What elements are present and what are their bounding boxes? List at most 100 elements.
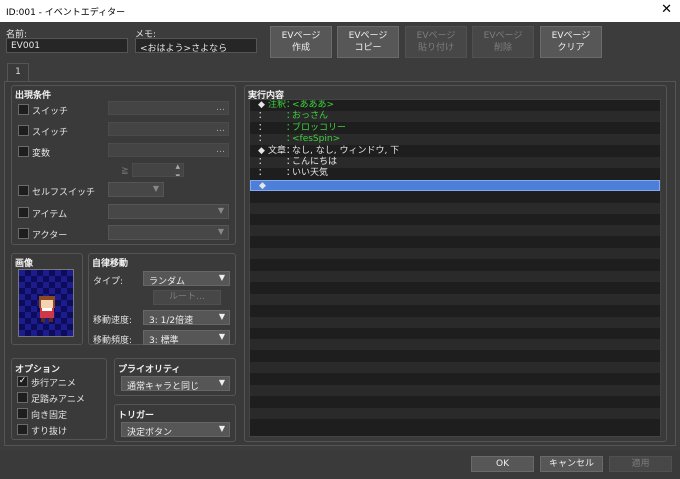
empty-row[interactable] xyxy=(250,351,660,362)
chevron-down-icon: ▼ xyxy=(218,273,225,282)
chevron-down-icon: ▼ xyxy=(218,332,225,341)
variable-label: 変数 xyxy=(32,149,51,159)
continuation-mark: ： xyxy=(258,168,268,179)
empty-row[interactable] xyxy=(250,271,660,282)
page-button-line1: EVページ xyxy=(348,31,388,41)
page-button-3[interactable]: EVページ 貼り付け xyxy=(405,26,467,58)
trigger-title: トリガー xyxy=(118,411,155,421)
variable-value-stepper[interactable]: ▴ ▾ xyxy=(132,163,184,177)
actor-label: アクター xyxy=(32,231,68,241)
command-row[interactable]: ◆ 文章： なし, なし, ウィンドウ, 下 xyxy=(250,146,660,157)
command-row[interactable]: ◆ 注釈： <あああ> xyxy=(250,100,660,111)
switch2-field[interactable]: … xyxy=(108,122,229,136)
autonomous-title: 自律移動 xyxy=(92,259,129,269)
command-text: なし, なし, ウィンドウ, 下 xyxy=(292,145,400,156)
actor-checkbox[interactable] xyxy=(18,228,29,239)
command-row[interactable]: ： ：ブロッコリー xyxy=(250,123,660,134)
priority-title: プライオリティ xyxy=(118,365,181,375)
command-label: ： xyxy=(268,122,296,133)
command-text: おっさん xyxy=(292,111,329,122)
conditions-title: 出現条件 xyxy=(15,91,52,101)
apply-button[interactable]: 適用 xyxy=(609,456,672,472)
empty-row[interactable] xyxy=(250,293,660,305)
empty-row[interactable] xyxy=(250,214,660,225)
page-button-4[interactable]: EVページ 削除 xyxy=(472,26,534,58)
actor-select[interactable]: ▼ xyxy=(108,225,229,240)
page-button-line2: 貼り付け xyxy=(417,43,454,53)
command-label: 文章： xyxy=(268,145,296,156)
switch2-checkbox[interactable] xyxy=(18,125,29,136)
command-text: こんにちは xyxy=(292,157,338,167)
command-list[interactable]: ◆ 注釈： <あああ>： ：おっさん： ：ブロッコリー： ： <fesSpin> ◆ 文章… xyxy=(249,99,661,437)
empty-row[interactable] xyxy=(250,419,660,430)
walking-checkbox[interactable]: ✓ xyxy=(17,376,28,387)
self-switch-checkbox[interactable] xyxy=(18,185,29,196)
empty-row[interactable] xyxy=(250,362,660,374)
chevron-down-icon: ▼ xyxy=(218,312,225,321)
command-label: ： xyxy=(268,157,296,167)
command-row[interactable]: ： ：おっさん xyxy=(250,111,660,123)
page-button-line2: クリア xyxy=(557,43,585,53)
page-button-2[interactable]: EVページコピー xyxy=(337,26,399,58)
switch1-checkbox[interactable] xyxy=(18,104,29,115)
diamond-icon: ◆ xyxy=(258,100,265,110)
empty-row[interactable] xyxy=(250,396,660,407)
item-select[interactable]: ▼ xyxy=(108,204,229,219)
trigger-select[interactable]: 決定ボタン ▼ xyxy=(121,422,230,438)
empty-row[interactable] xyxy=(250,260,660,271)
close-icon[interactable]: ✕ xyxy=(661,2,672,17)
empty-row[interactable] xyxy=(250,225,660,237)
switch1-field[interactable]: … xyxy=(108,101,229,115)
page-button-5[interactable]: EVページ クリア xyxy=(540,26,602,58)
variable-field[interactable]: … xyxy=(108,143,229,157)
empty-row[interactable] xyxy=(250,237,660,248)
memo-field[interactable]: <おはよう>さよなら xyxy=(135,38,257,53)
variable-checkbox[interactable] xyxy=(18,146,29,157)
through-checkbox[interactable] xyxy=(17,424,28,435)
chevron-down-icon: ▼ xyxy=(218,378,225,387)
trigger-value: 決定ボタン xyxy=(127,428,173,438)
tab-1[interactable]: 1 xyxy=(7,63,29,82)
command-row[interactable]: ： ：こんにちは xyxy=(250,157,660,168)
empty-row[interactable] xyxy=(250,305,660,316)
empty-row[interactable] xyxy=(250,339,660,351)
character-sprite-icon xyxy=(39,296,55,322)
window-title: ID:001 - イベントエディター xyxy=(6,8,126,18)
empty-row[interactable] xyxy=(250,316,660,328)
continuation-mark: ： xyxy=(258,157,268,167)
freq-select[interactable]: 3: 標準 ▼ xyxy=(143,330,230,346)
chevron-down-icon: ▼ xyxy=(152,184,159,193)
empty-row[interactable] xyxy=(250,328,660,339)
page-button-line2: コピー xyxy=(354,43,382,53)
command-row[interactable]: ◆ xyxy=(250,179,660,191)
speed-select[interactable]: 3: 1/2倍速 ▼ xyxy=(143,310,230,326)
image-title: 画像 xyxy=(15,259,34,269)
walking-label: 歩行アニメ xyxy=(31,379,76,389)
character-image[interactable] xyxy=(18,269,74,337)
empty-row[interactable] xyxy=(250,202,660,214)
empty-row[interactable] xyxy=(250,385,660,396)
empty-row[interactable] xyxy=(250,282,660,293)
item-checkbox[interactable] xyxy=(18,207,29,218)
page-button-1[interactable]: EVページ 作成 xyxy=(270,26,332,58)
direction-fix-checkbox[interactable] xyxy=(17,408,28,419)
command-row[interactable]: ： ：いい天気 xyxy=(250,168,660,179)
command-label: 注釈： xyxy=(268,100,296,110)
type-select[interactable]: ランダム ▼ xyxy=(143,271,230,287)
speed-value: 3: 1/2倍速 xyxy=(149,316,194,326)
stepping-checkbox[interactable] xyxy=(17,392,28,403)
empty-row[interactable] xyxy=(250,374,660,385)
empty-row[interactable] xyxy=(250,191,660,202)
self-switch-select[interactable]: ▼ xyxy=(108,182,164,197)
route-button[interactable]: ルート… xyxy=(153,290,221,305)
priority-select[interactable]: 通常キャラと同じ ▼ xyxy=(121,376,230,392)
ellipsis-icon: … xyxy=(216,124,225,134)
ok-button[interactable]: OK xyxy=(471,456,534,472)
empty-row[interactable] xyxy=(250,248,660,260)
type-label: タイプ: xyxy=(93,277,124,287)
empty-row[interactable] xyxy=(250,407,660,419)
command-row[interactable]: ： ： <fesSpin> xyxy=(250,134,660,146)
name-field[interactable]: EV001 xyxy=(6,38,128,53)
command-text: ブロッコリー xyxy=(292,122,347,133)
cancel-button[interactable]: キャンセル xyxy=(540,456,603,472)
